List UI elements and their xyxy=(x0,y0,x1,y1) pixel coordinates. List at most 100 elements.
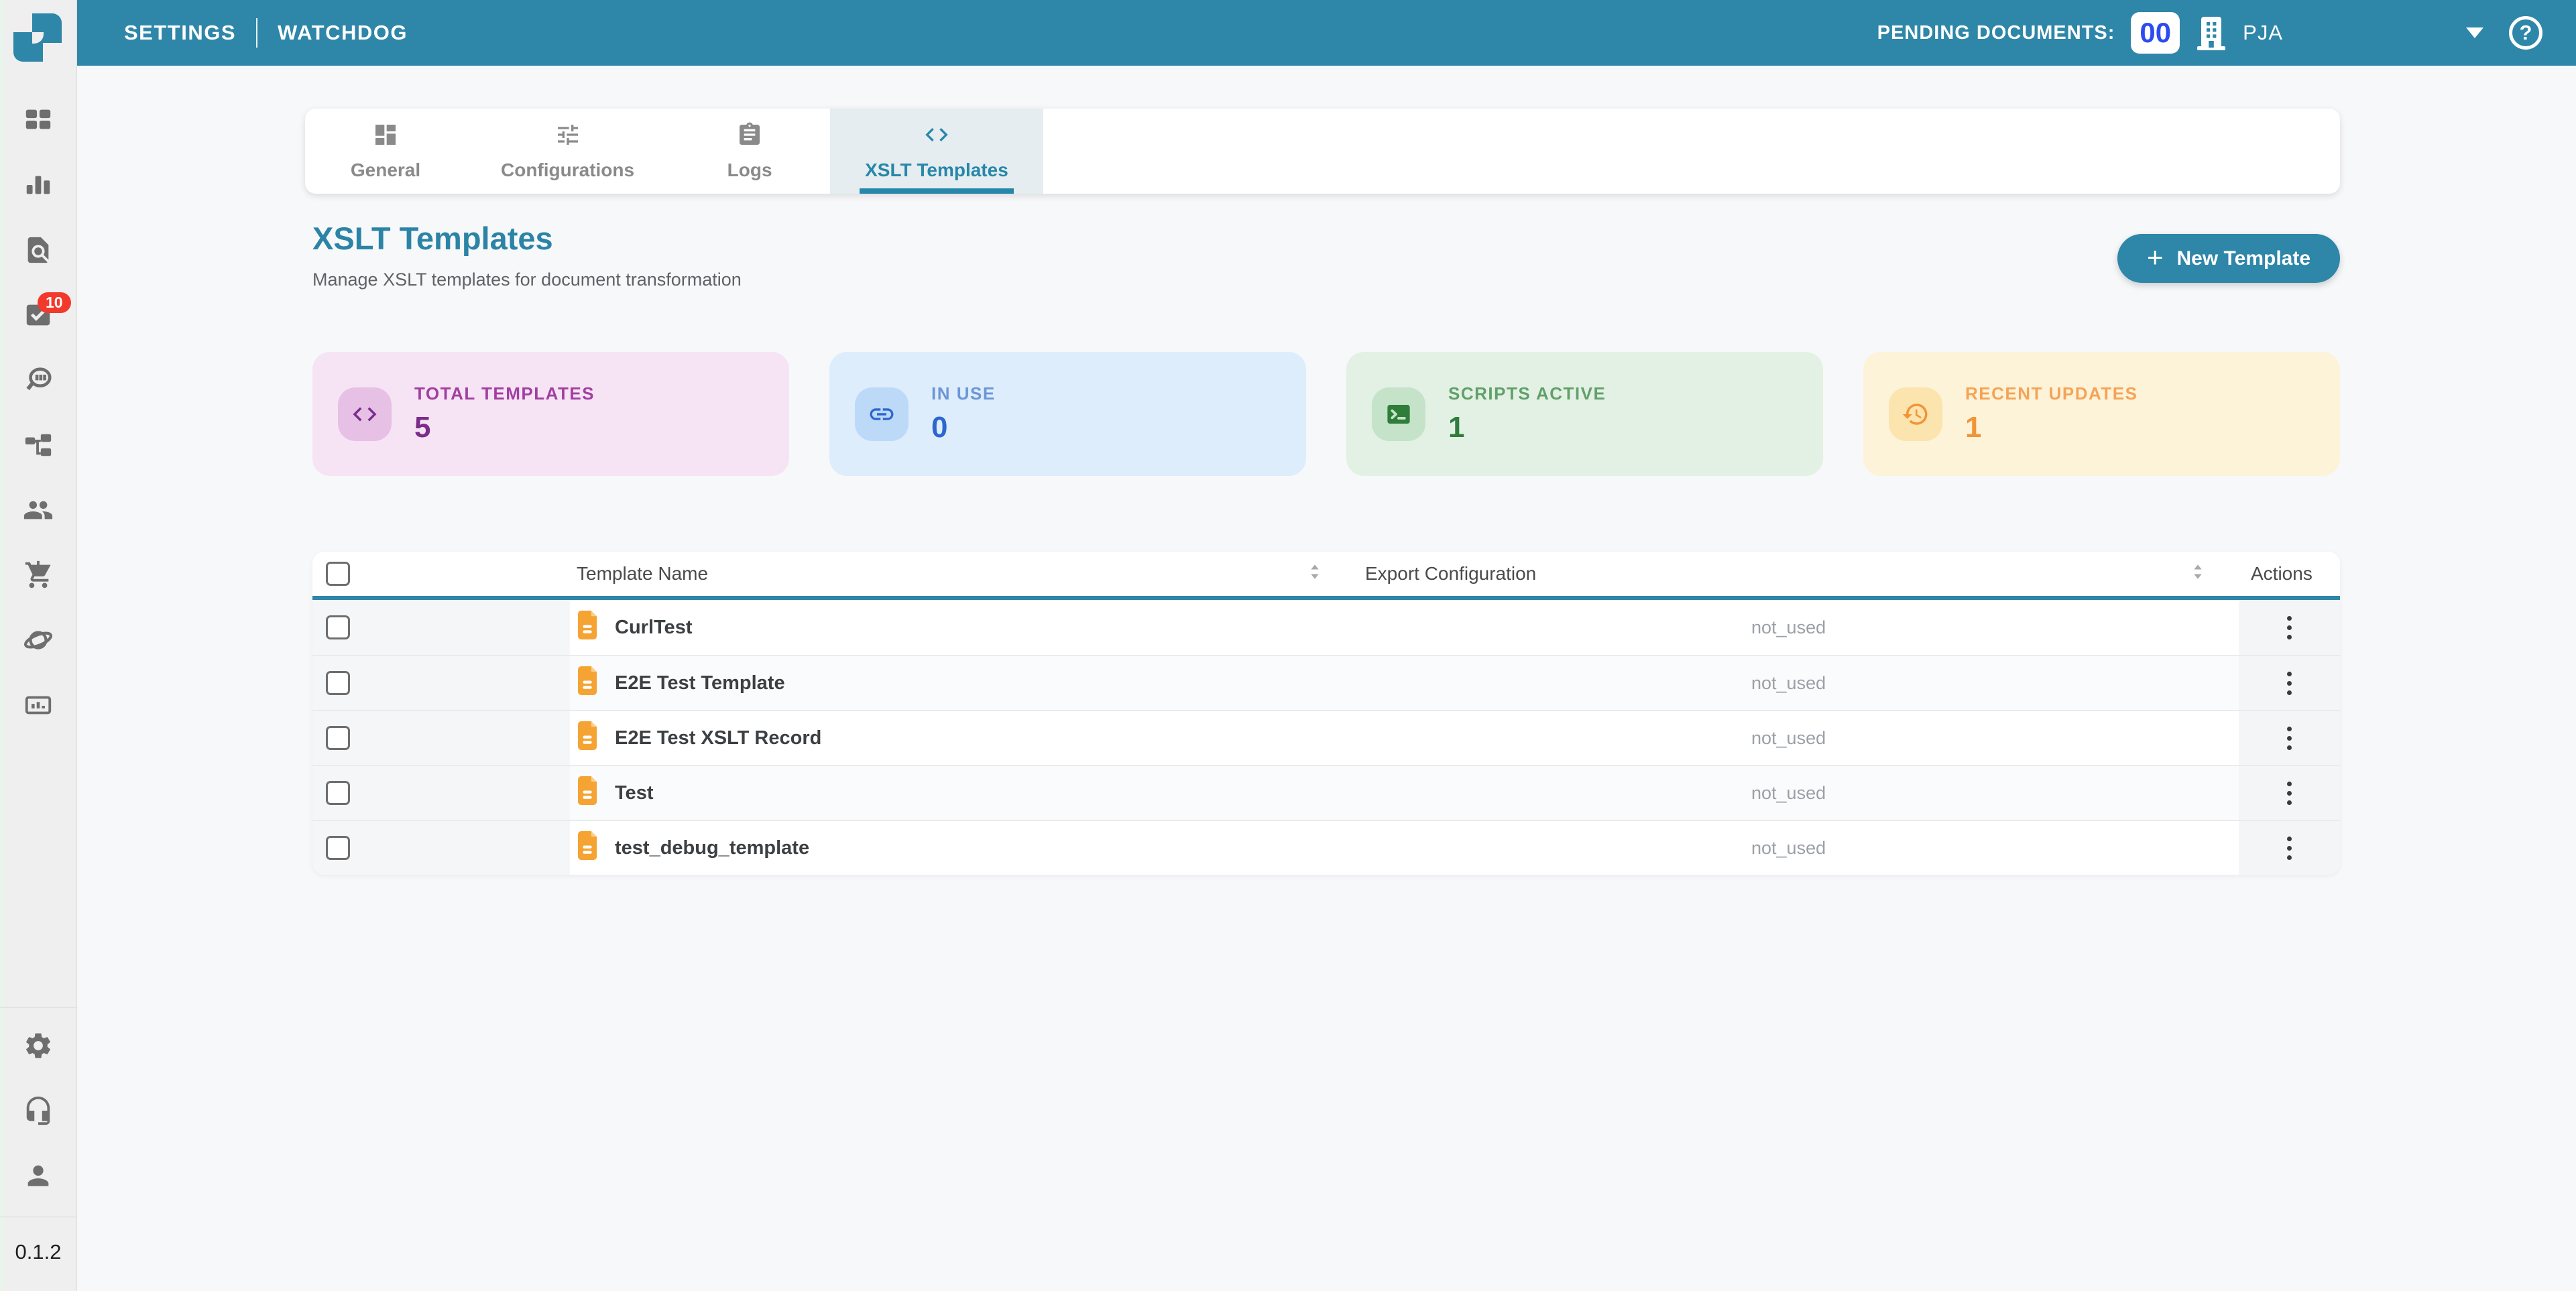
export-configuration-value: not_used xyxy=(1348,766,2239,820)
template-name[interactable]: Test xyxy=(615,782,653,804)
sidebar-item-workflow[interactable] xyxy=(0,414,76,479)
row-checkbox[interactable] xyxy=(326,615,350,639)
column-header-template-name[interactable]: Template Name xyxy=(577,563,708,585)
plus-icon: + xyxy=(2147,243,2164,271)
column-header-export-configuration[interactable]: Export Configuration xyxy=(1365,563,1536,585)
cart-add-icon xyxy=(23,560,54,594)
row-checkbox[interactable] xyxy=(326,726,350,750)
stat-label: TOTAL TEMPLATES xyxy=(414,383,595,404)
table-row[interactable]: CurlTest not_used xyxy=(312,600,2340,655)
select-all-checkbox[interactable] xyxy=(326,562,350,586)
code-icon xyxy=(923,121,950,153)
help-icon[interactable]: ? xyxy=(2509,16,2542,50)
tab-label: Logs xyxy=(727,160,772,181)
template-name[interactable]: E2E Test Template xyxy=(615,672,785,694)
table-row[interactable]: test_debug_template not_used xyxy=(312,820,2340,875)
template-name[interactable]: test_debug_template xyxy=(615,837,809,859)
sidebar-item-document-search[interactable] xyxy=(0,219,76,284)
sidebar: 10 xyxy=(0,0,77,1291)
stat-label: IN USE xyxy=(931,383,996,404)
sidebar-item-reports[interactable] xyxy=(0,674,76,739)
top-bar: SETTINGS WATCHDOG PENDING DOCUMENTS: 00 … xyxy=(77,0,2576,66)
row-actions-menu-icon[interactable] xyxy=(2280,720,2298,757)
tasks-notification-badge: 10 xyxy=(38,292,71,313)
organization-name: PJA xyxy=(2243,21,2283,45)
stats-row: TOTAL TEMPLATES 5 IN USE 0 SCRIPTS ACTIV… xyxy=(312,352,2340,476)
template-name[interactable]: E2E Test XSLT Record xyxy=(615,727,821,749)
breadcrumb-settings[interactable]: SETTINGS xyxy=(124,21,236,45)
templates-table: Template Name Export Configuration Actio… xyxy=(312,552,2340,875)
sidebar-item-dashboard[interactable] xyxy=(0,89,76,154)
tab-logs[interactable]: Logs xyxy=(669,109,830,194)
pending-documents-label: PENDING DOCUMENTS: xyxy=(1877,22,2115,44)
tab-xslt-templates[interactable]: XSLT Templates xyxy=(830,109,1043,194)
stat-value: 1 xyxy=(1965,411,2138,444)
sort-icon[interactable] xyxy=(1303,560,1326,588)
sidebar-item-integrations[interactable] xyxy=(0,609,76,674)
export-configuration-value: not_used xyxy=(1348,600,2239,655)
file-icon xyxy=(578,721,600,755)
tab-configurations[interactable]: Configurations xyxy=(466,109,669,194)
sort-icon[interactable] xyxy=(2186,560,2209,588)
chevron-down-icon[interactable] xyxy=(2466,27,2483,38)
sidebar-item-cart[interactable] xyxy=(0,544,76,609)
dashboard-tab-icon xyxy=(372,121,399,153)
sidebar-item-profile[interactable] xyxy=(0,1145,76,1210)
column-header-actions: Actions xyxy=(2251,563,2312,585)
pending-documents-count: 00 xyxy=(2131,12,2180,54)
stat-card-in-use: IN USE 0 xyxy=(829,352,1306,476)
file-icon xyxy=(578,611,600,645)
template-name[interactable]: CurlTest xyxy=(615,617,692,639)
tune-icon xyxy=(554,121,581,153)
table-header-row: Template Name Export Configuration Actio… xyxy=(312,552,2340,600)
row-checkbox[interactable] xyxy=(326,781,350,805)
workflow-icon xyxy=(23,430,54,464)
new-template-label: New Template xyxy=(2177,247,2311,270)
new-template-button[interactable]: + New Template xyxy=(2117,234,2340,283)
clipboard-icon xyxy=(736,121,763,153)
row-actions-menu-icon[interactable] xyxy=(2280,665,2298,702)
export-configuration-value: not_used xyxy=(1348,711,2239,765)
sidebar-item-content-search[interactable] xyxy=(0,349,76,414)
reports-icon xyxy=(23,690,54,724)
stat-label: SCRIPTS ACTIVE xyxy=(1448,383,1606,404)
support-headset-icon xyxy=(23,1095,54,1129)
export-configuration-value: not_used xyxy=(1348,656,2239,710)
content-search-icon xyxy=(23,365,54,399)
row-checkbox[interactable] xyxy=(326,671,350,695)
sidebar-item-tasks[interactable]: 10 xyxy=(0,284,76,349)
history-icon xyxy=(1889,387,1942,441)
breadcrumb-watchdog[interactable]: WATCHDOG xyxy=(278,21,408,45)
stat-value: 5 xyxy=(414,411,595,444)
sidebar-item-users[interactable] xyxy=(0,479,76,544)
tab-label: General xyxy=(351,160,420,181)
stat-value: 1 xyxy=(1448,411,1606,444)
tab-general[interactable]: General xyxy=(305,109,466,194)
profile-icon xyxy=(23,1160,54,1194)
stat-card-scripts-active: SCRIPTS ACTIVE 1 xyxy=(1346,352,1823,476)
app-version: 0.1.2 xyxy=(0,1217,76,1291)
table-row[interactable]: E2E Test XSLT Record not_used xyxy=(312,710,2340,765)
tab-label: Configurations xyxy=(501,160,634,181)
app-logo[interactable] xyxy=(8,8,68,68)
row-checkbox[interactable] xyxy=(326,836,350,860)
row-actions-menu-icon[interactable] xyxy=(2280,775,2298,812)
dashboard-icon xyxy=(23,105,54,139)
sidebar-item-support[interactable] xyxy=(0,1080,76,1145)
integrations-icon xyxy=(23,625,54,659)
sidebar-bottom: 0.1.2 xyxy=(0,1007,76,1291)
row-actions-menu-icon[interactable] xyxy=(2280,609,2298,646)
document-search-icon xyxy=(23,235,54,269)
page-title: XSLT Templates xyxy=(312,220,553,257)
table-row[interactable]: Test not_used xyxy=(312,765,2340,820)
file-icon xyxy=(578,666,600,700)
sidebar-item-analytics[interactable] xyxy=(0,154,76,219)
users-icon xyxy=(23,495,54,529)
breadcrumb-divider xyxy=(256,18,257,48)
sidebar-item-settings[interactable] xyxy=(0,1015,76,1080)
file-icon xyxy=(578,831,600,865)
settings-tab-bar: General Configurations Logs XSLT Templat… xyxy=(305,109,2340,194)
table-row[interactable]: E2E Test Template not_used xyxy=(312,655,2340,710)
row-actions-menu-icon[interactable] xyxy=(2280,830,2298,867)
building-icon xyxy=(2196,15,2227,50)
